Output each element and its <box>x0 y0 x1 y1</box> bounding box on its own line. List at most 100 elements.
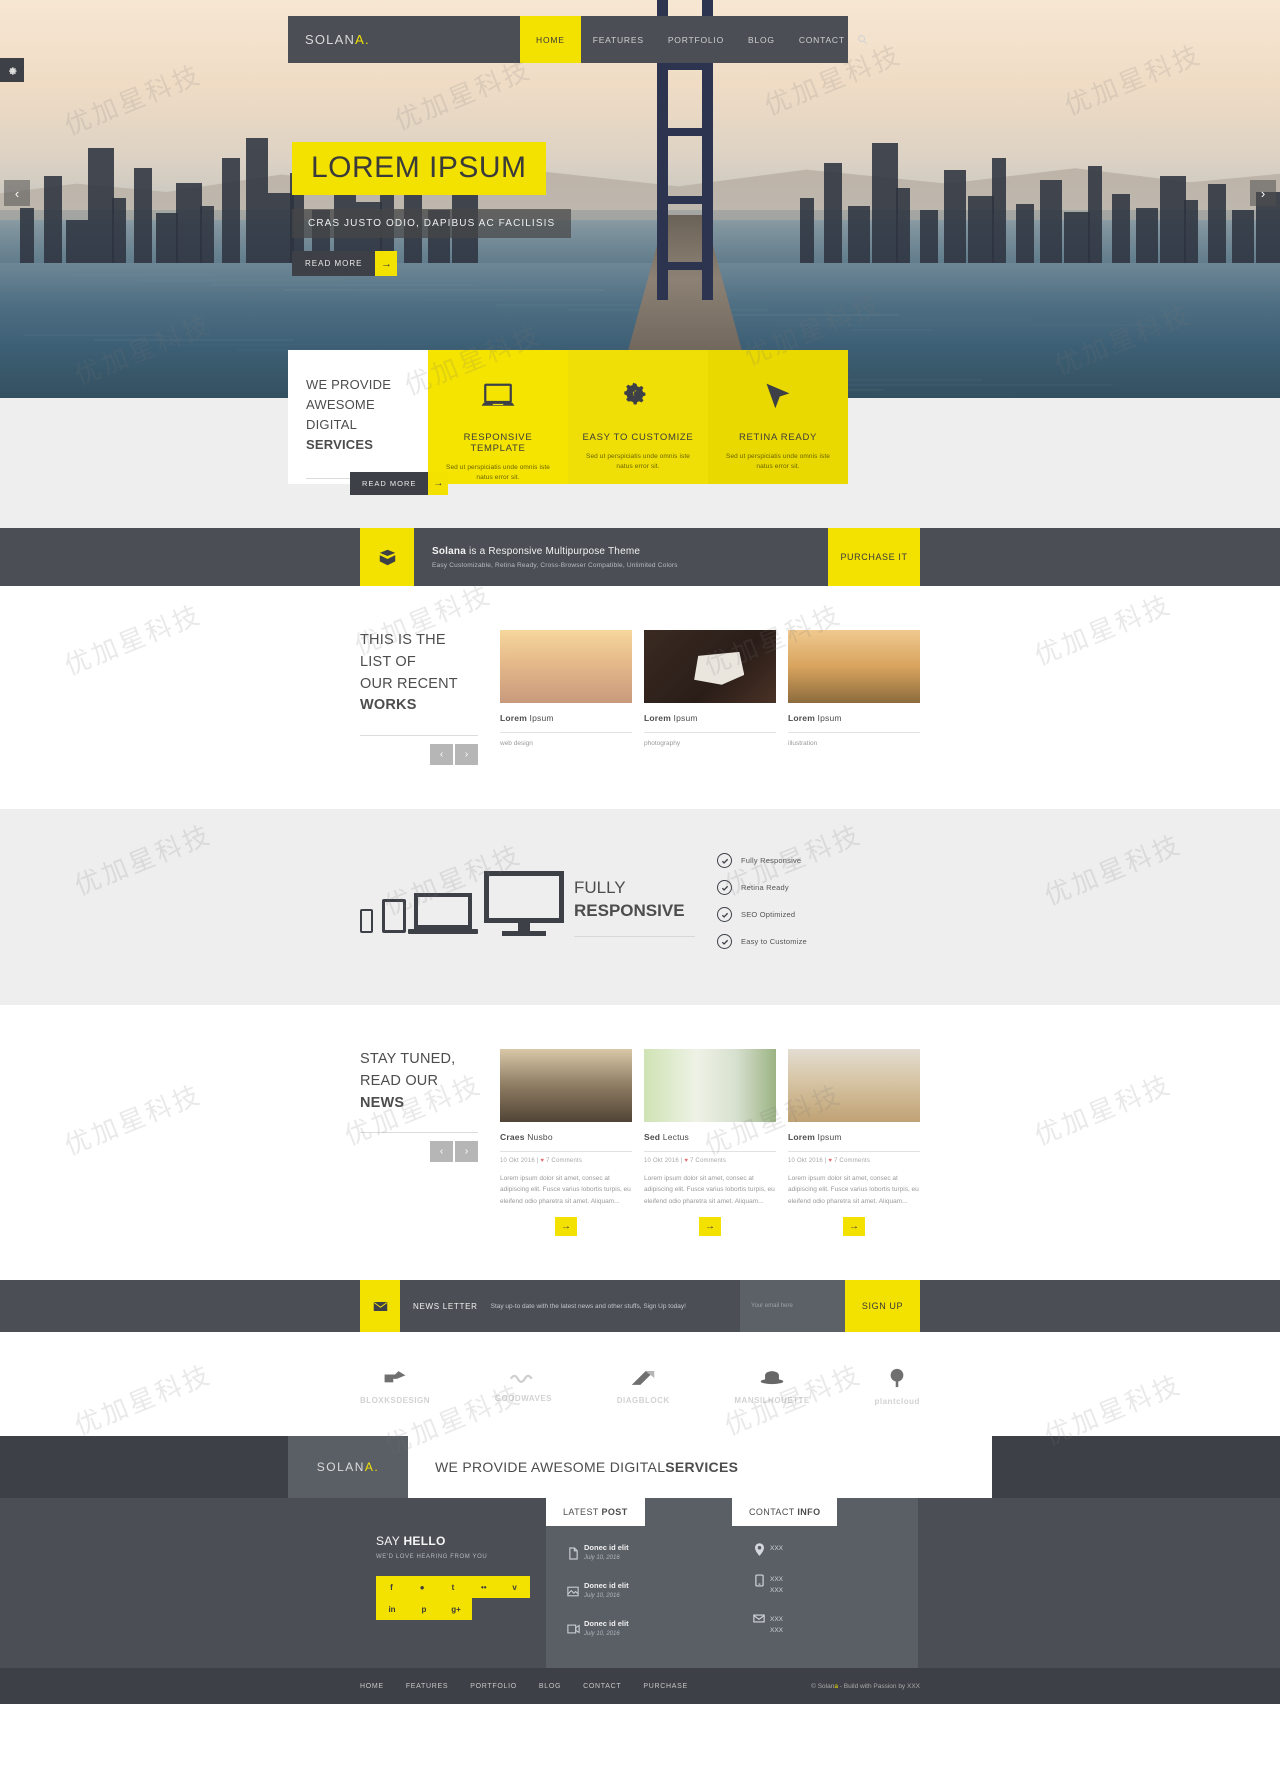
googleplus-icon[interactable]: g+ <box>440 1598 472 1621</box>
news-prev-button[interactable]: ‹ <box>430 1141 453 1163</box>
footer-nav-item-contact[interactable]: CONTACT <box>583 1683 621 1690</box>
news-meta: 10 Okt 2016 | ♥ 7 Comments <box>644 1158 727 1164</box>
hero-next-button[interactable]: › <box>1250 180 1276 206</box>
news-next-button[interactable]: › <box>455 1141 478 1163</box>
copy-post: - Build with Passion by XXX <box>837 1682 920 1690</box>
facebook-icon[interactable]: f <box>376 1576 407 1599</box>
divider <box>360 735 478 736</box>
building <box>44 176 62 268</box>
works-card-list: Lorem Ipsum web design Lorem Ipsum photogra… <box>500 630 920 765</box>
footer-nav-item-features[interactable]: FEATURES <box>406 1683 448 1690</box>
page-root: ‹ › LOREM IPSUM CRAS JUSTO ODIO, DAPIBUS… <box>0 0 1280 1705</box>
news-card[interactable]: Craes Nusbo 10 Okt 2016 | ♥ 7 Comments Lor… <box>500 1049 632 1237</box>
nav-item-contact[interactable]: CONTACT <box>787 16 857 63</box>
work-card[interactable]: Lorem Ipsum photography <box>644 630 776 765</box>
footer-post-item[interactable]: Donec id elit July 10, 2016 <box>562 1534 716 1572</box>
building <box>1088 166 1102 268</box>
service-card[interactable]: RETINA READY Sed ut perspiciatis unde om… <box>708 350 848 484</box>
dribbble-icon[interactable]: ● <box>406 1576 438 1599</box>
works-prev-button[interactable]: ‹ <box>430 744 453 765</box>
purchase-button[interactable]: PURCHASE IT <box>828 528 920 586</box>
news-read-more-button[interactable]: → <box>555 1217 577 1237</box>
news-card[interactable]: Lorem Ipsum 10 Okt 2016 | ♥ 7 Comments Lor… <box>788 1049 920 1237</box>
footer-post-item[interactable]: Donec id elit July 10, 2016 <box>562 1610 716 1648</box>
responsive-line2: RESPONSIVE <box>574 901 685 920</box>
building <box>112 198 126 268</box>
footer-nav-item-blog[interactable]: BLOG <box>539 1683 561 1690</box>
news-thumbnail <box>500 1049 632 1122</box>
hello-bold: HELLO <box>403 1534 446 1549</box>
flickr-icon[interactable]: •• <box>468 1576 500 1599</box>
news-excerpt: Lorem ipsum dolor sit amet, consec at ad… <box>644 1175 775 1205</box>
box-icon <box>360 528 414 586</box>
news-read-more-button[interactable]: → <box>699 1217 721 1237</box>
news-meta: 10 Okt 2016 | ♥ 7 Comments <box>500 1158 583 1164</box>
building <box>176 183 202 268</box>
footer-nav-item-home[interactable]: HOME <box>360 1683 384 1690</box>
services-read-more-button[interactable]: READ MORE → <box>350 472 449 495</box>
work-card[interactable]: Lorem Ipsum illustration <box>788 630 920 765</box>
footer-post-title: Donec id elit <box>584 1543 629 1553</box>
works-next-button[interactable]: › <box>455 744 478 765</box>
news-meta: 10 Okt 2016 | ♥ 7 Comments <box>788 1158 871 1164</box>
news-section: STAY TUNED, READ OUR NEWS ‹ › Craes Nusb… <box>0 1005 1280 1280</box>
news-card[interactable]: Sed Lectus 10 Okt 2016 | ♥ 7 Comments Lore… <box>644 1049 776 1237</box>
hero-prev-button[interactable]: ‹ <box>4 180 30 206</box>
building <box>156 213 178 268</box>
building <box>1112 194 1130 268</box>
fully-responsive-section: FULLY RESPONSIVE Fully Responsive Retina … <box>0 809 1280 1005</box>
nav-item-blog[interactable]: BLOG <box>736 16 787 63</box>
newsletter-email-input[interactable]: Your email here <box>740 1280 845 1333</box>
footer-post-item[interactable]: Donec id elit July 10, 2016 <box>562 1572 716 1610</box>
document-icon <box>562 1543 584 1563</box>
newsletter-placeholder: Your email here <box>751 1303 793 1310</box>
service-desc: Sed ut perspiciatis unde omnis iste natu… <box>726 453 830 471</box>
check-circle-icon <box>717 853 732 868</box>
work-card[interactable]: Lorem Ipsum web design <box>500 630 632 765</box>
feature-check-item: Retina Ready <box>717 880 920 895</box>
linkedin-icon[interactable]: in <box>376 1598 408 1621</box>
arrow-right-icon: → <box>428 472 449 495</box>
phone-icon <box>748 1574 770 1587</box>
footer-nav-item-purchase[interactable]: PURCHASE <box>643 1683 688 1690</box>
building <box>848 206 870 268</box>
site-logo[interactable]: SOLAN A. <box>288 16 520 63</box>
twitter-icon[interactable]: t <box>437 1576 469 1599</box>
footer-post-title: Donec id elit <box>584 1619 629 1629</box>
nav-item-features[interactable]: FEATURES <box>581 16 656 63</box>
hello-normal: SAY <box>376 1534 404 1549</box>
footer-post-title: Donec id elit <box>584 1581 629 1591</box>
nav-item-home[interactable]: HOME <box>520 16 581 63</box>
vimeo-icon[interactable]: v <box>499 1576 530 1599</box>
pinterest-icon[interactable]: p <box>408 1598 440 1621</box>
service-card[interactable]: EASY TO CUSTOMIZE Sed ut perspiciatis un… <box>568 350 708 484</box>
footer-post-date: July 10, 2016 <box>584 1593 620 1600</box>
feature-check-item: Fully Responsive <box>717 853 920 868</box>
news-line1: STAY TUNED, <box>360 1051 456 1067</box>
building <box>920 210 938 268</box>
newsletter-signup-button[interactable]: SIGN UP <box>845 1280 920 1333</box>
site-footer: SOLAN A. WE PROVIDE AWESOME DIGITAL SERVI… <box>0 1436 1280 1705</box>
footer-logo[interactable]: SOLAN A. <box>288 1436 408 1499</box>
footer-nav-item-portfolio[interactable]: PORTFOLIO <box>470 1683 517 1690</box>
camera-icon <box>360 1369 430 1392</box>
service-card[interactable]: RESPONSIVE TEMPLATE Sed ut perspiciatis … <box>428 350 568 484</box>
client-logo[interactable]: GOODWAVES <box>495 1371 552 1403</box>
nav-item-portfolio[interactable]: PORTFOLIO <box>656 16 736 63</box>
footer-hello-heading: SAY HELLO <box>376 1534 530 1548</box>
news-card-list: Craes Nusbo 10 Okt 2016 | ♥ 7 Comments Lor… <box>500 1049 920 1237</box>
client-logo[interactable]: DIAGBLOCK <box>617 1369 670 1405</box>
recent-works-section: THIS IS THE LIST OF OUR RECENT WORKS ‹ ›… <box>0 586 1280 809</box>
hero-cta[interactable]: READ MORE → <box>292 251 571 276</box>
client-logo[interactable]: BLOXKSDESIGN <box>360 1369 430 1405</box>
divider <box>360 1132 478 1134</box>
client-logo[interactable]: MANSILHOUETTE <box>734 1369 809 1405</box>
building <box>20 208 34 268</box>
client-logo[interactable]: plantcloud <box>875 1368 920 1406</box>
image-icon <box>562 1581 584 1601</box>
settings-gear-button[interactable] <box>0 58 24 82</box>
news-read-more-button[interactable]: → <box>843 1217 865 1237</box>
building <box>1016 204 1034 268</box>
work-title-bold: Lorem <box>644 713 671 723</box>
nav-search-button[interactable] <box>857 16 882 63</box>
